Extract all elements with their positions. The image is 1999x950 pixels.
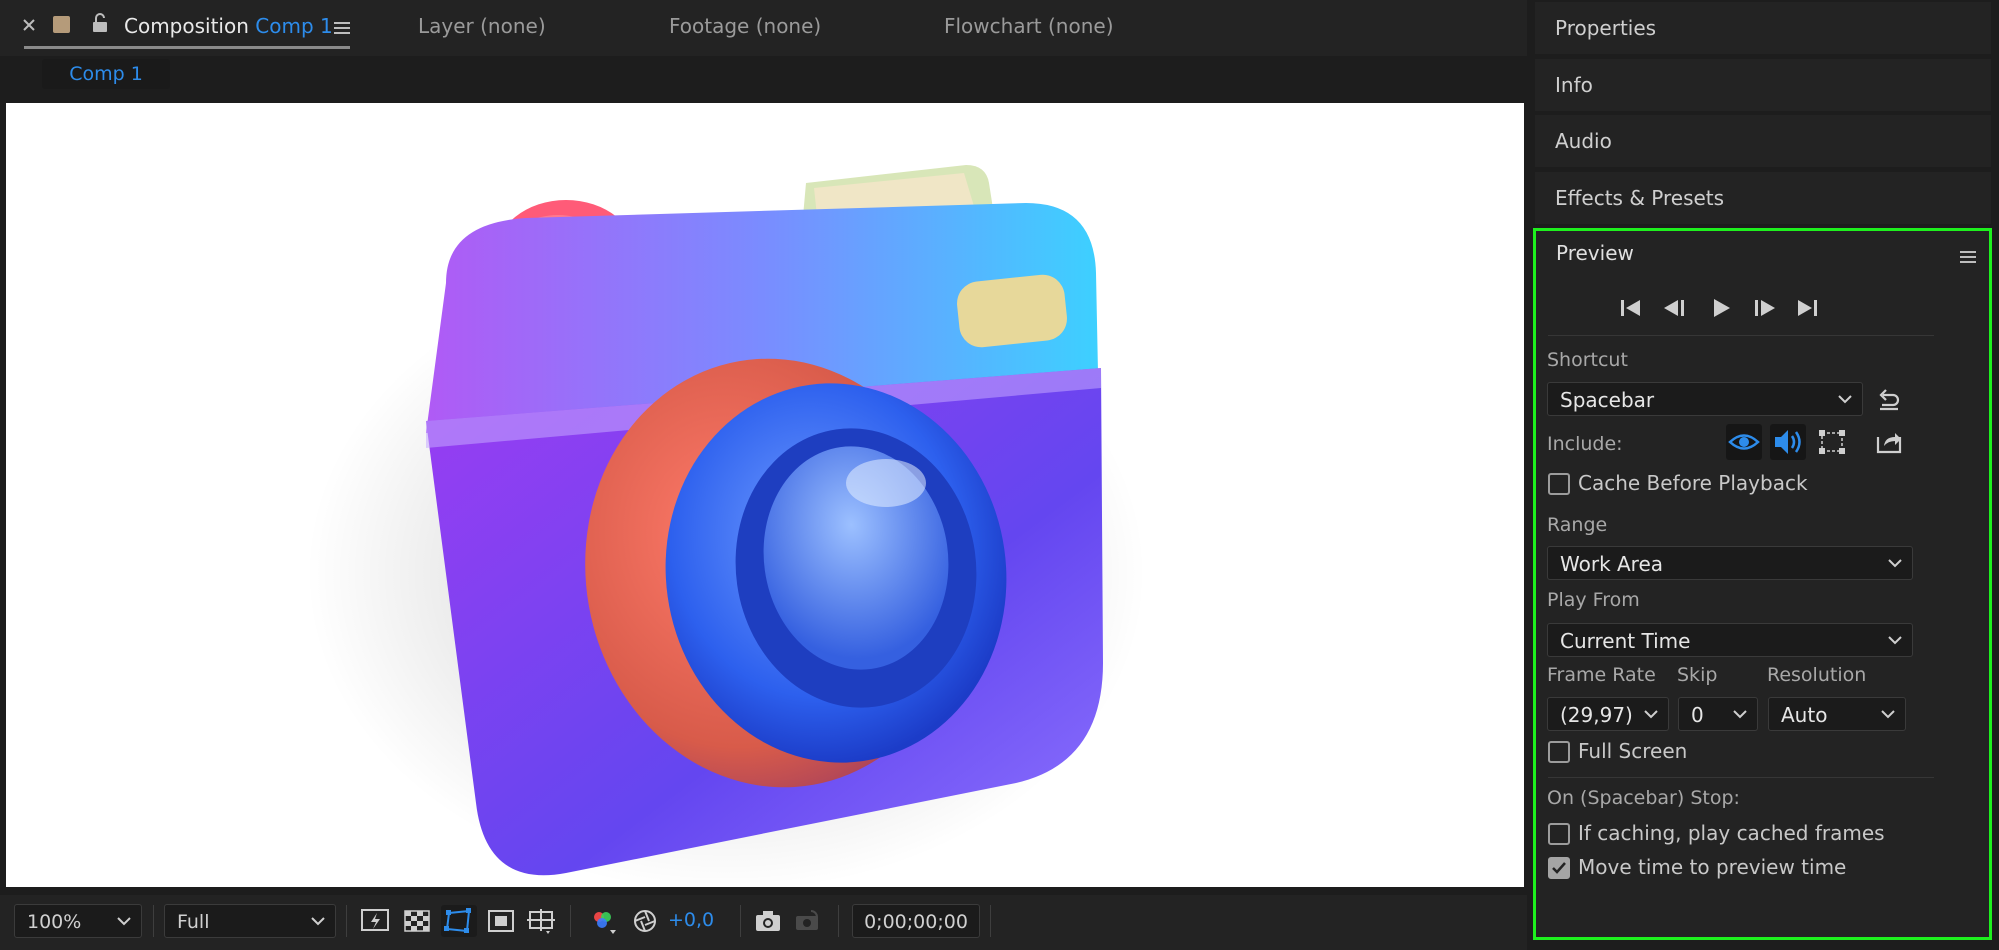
checkmark-icon — [1552, 862, 1566, 874]
show-snapshot-icon[interactable] — [793, 907, 823, 935]
frame-rate-value: (29,97) — [1560, 703, 1633, 727]
snapshot-camera-icon[interactable] — [753, 907, 783, 935]
range-dropdown[interactable]: Work Area — [1547, 546, 1913, 580]
resolution-dropdown[interactable]: Auto — [1768, 697, 1906, 731]
toolbar-separator — [740, 905, 741, 937]
chevron-down-icon — [1733, 710, 1747, 719]
toolbar-separator — [153, 905, 154, 937]
fast-previews-icon[interactable] — [360, 907, 390, 935]
panel-menu-icon[interactable] — [1960, 250, 1976, 264]
composition-tab[interactable]: Composition Comp 1 — [124, 14, 333, 38]
frame-rate-dropdown[interactable]: (29,97) — [1547, 697, 1669, 731]
skip-label: Skip — [1677, 664, 1718, 686]
range-value: Work Area — [1560, 552, 1664, 576]
effects-presets-panel-header[interactable]: Effects & Presets — [1535, 172, 1991, 224]
timecode-value: 0;00;00;00 — [864, 911, 968, 933]
lock-icon[interactable] — [91, 13, 109, 33]
viewer-toolbar: 100% Full +0,0 0;00;00;00 — [0, 895, 1527, 950]
current-time-display[interactable]: 0;00;00;00 — [852, 904, 980, 938]
toolbar-separator — [838, 905, 839, 937]
cache-before-playback-checkbox[interactable] — [1548, 473, 1570, 495]
active-tab-underline — [24, 46, 350, 49]
composition-tab-prefix: Composition — [124, 14, 249, 38]
chevron-down-icon — [1888, 636, 1902, 645]
preview-panel-title: Preview — [1556, 241, 1634, 265]
exposure-value[interactable]: +0,0 — [668, 909, 714, 931]
play-from-dropdown[interactable]: Current Time — [1547, 623, 1913, 657]
tab-footage[interactable]: Footage (none) — [669, 14, 821, 38]
toolbar-separator — [990, 905, 991, 937]
divider — [1548, 335, 1934, 336]
divider — [1548, 777, 1934, 778]
range-label: Range — [1547, 514, 1608, 536]
resolution-dropdown[interactable]: Full — [164, 904, 336, 938]
on-stop-label: On (Spacebar) Stop: — [1547, 787, 1740, 809]
grid-guide-options-icon[interactable] — [526, 907, 556, 935]
move-time-checkbox[interactable] — [1548, 857, 1570, 879]
frame-rate-label: Frame Rate — [1547, 664, 1656, 686]
close-icon[interactable] — [22, 18, 36, 32]
last-frame-icon[interactable] — [1794, 297, 1820, 319]
mask-path-visibility-icon[interactable] — [441, 905, 477, 937]
composition-viewer[interactable] — [6, 103, 1524, 887]
full-screen-checkbox[interactable] — [1548, 741, 1570, 763]
label-color-swatch[interactable] — [53, 16, 70, 33]
next-frame-icon[interactable] — [1751, 297, 1777, 319]
region-of-interest-icon[interactable] — [486, 907, 516, 935]
include-overlays-icon[interactable] — [1817, 428, 1847, 456]
if-caching-label: If caching, play cached frames — [1578, 821, 1885, 845]
first-frame-icon[interactable] — [1618, 297, 1644, 319]
chevron-down-icon — [1838, 395, 1852, 404]
shortcut-dropdown[interactable]: Spacebar — [1547, 382, 1863, 416]
cache-before-playback-label: Cache Before Playback — [1578, 471, 1808, 495]
panel-menu-icon[interactable] — [334, 21, 350, 35]
move-time-label: Move time to preview time — [1578, 855, 1847, 879]
play-icon[interactable] — [1710, 297, 1732, 319]
composition-tab-name: Comp 1 — [255, 14, 333, 38]
magnification-dropdown[interactable]: 100% — [14, 904, 142, 938]
play-from-value: Current Time — [1560, 629, 1691, 653]
tab-flowchart[interactable]: Flowchart (none) — [944, 14, 1114, 38]
include-video-eye-icon[interactable] — [1726, 424, 1762, 460]
chevron-down-icon — [311, 917, 325, 926]
output-icon[interactable] — [1875, 429, 1903, 455]
comp-breadcrumb[interactable]: Comp 1 — [42, 59, 170, 89]
preview-resolution-value: Auto — [1781, 703, 1828, 727]
composition-tab-bar: Composition Comp 1 Layer (none) Footage … — [0, 0, 1527, 56]
chevron-down-icon — [1888, 559, 1902, 568]
audio-panel-header[interactable]: Audio — [1535, 115, 1991, 167]
show-channel-icon[interactable] — [588, 907, 618, 935]
reset-icon[interactable] — [1876, 386, 1902, 412]
properties-panel-header[interactable]: Properties — [1535, 2, 1991, 54]
camera-illustration — [306, 165, 1146, 887]
tab-layer[interactable]: Layer (none) — [418, 14, 546, 38]
resolution-label: Resolution — [1767, 664, 1867, 686]
preview-panel: Preview Shortcut Spacebar Include: Cache… — [1533, 228, 1992, 940]
skip-dropdown[interactable]: 0 — [1678, 697, 1758, 731]
full-screen-label: Full Screen — [1578, 739, 1688, 763]
info-panel-header[interactable]: Info — [1535, 59, 1991, 111]
toolbar-separator — [346, 905, 347, 937]
if-caching-checkbox[interactable] — [1548, 823, 1570, 845]
play-from-label: Play From — [1547, 589, 1640, 611]
chevron-down-icon — [1644, 710, 1658, 719]
reset-exposure-icon[interactable] — [630, 907, 660, 935]
resolution-value: Full — [177, 911, 210, 933]
previous-frame-icon[interactable] — [1662, 297, 1688, 319]
include-label: Include: — [1547, 433, 1623, 455]
shortcut-label: Shortcut — [1547, 349, 1628, 371]
skip-value: 0 — [1691, 703, 1704, 727]
shortcut-value: Spacebar — [1560, 388, 1655, 412]
magnification-value: 100% — [27, 911, 82, 933]
chevron-down-icon — [1881, 710, 1895, 719]
chevron-down-icon — [117, 917, 131, 926]
include-audio-speaker-icon[interactable] — [1770, 424, 1806, 460]
transparency-grid-icon[interactable] — [402, 907, 432, 935]
toolbar-separator — [570, 905, 571, 937]
